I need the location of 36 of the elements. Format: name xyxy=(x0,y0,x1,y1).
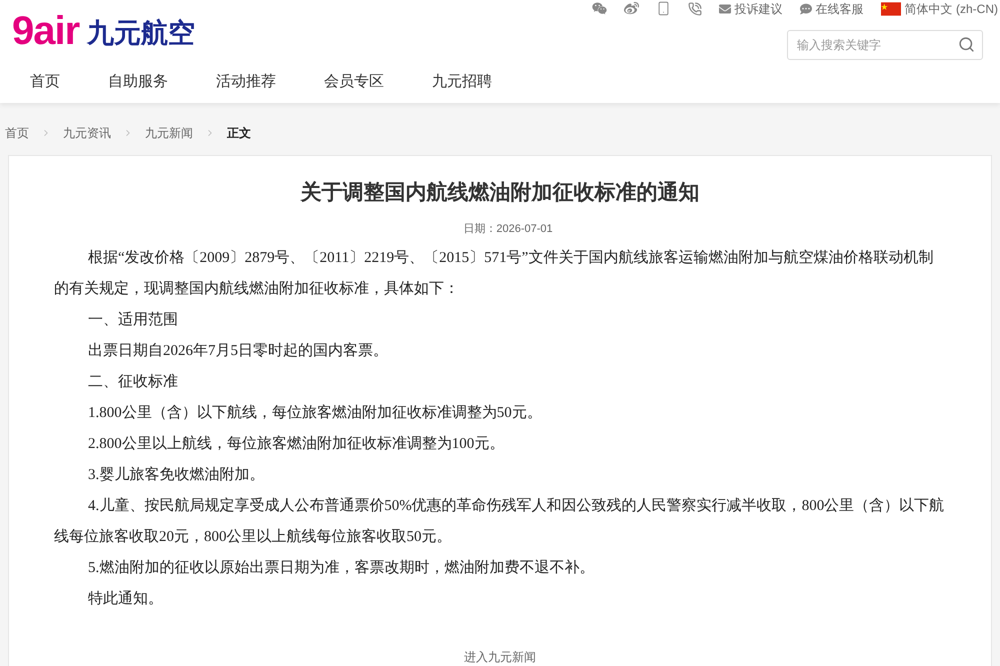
top-link[interactable]: 投诉建议 xyxy=(734,0,783,16)
mail-icon xyxy=(718,2,731,14)
article-paragraph: 5.燃油附加的征收以原始出票日期为准，客票改期时，燃油附加费不退不补。 xyxy=(87,558,596,578)
breadcrumb-link[interactable]: 九元新闻 xyxy=(145,125,193,141)
article-paragraph: 4.儿童、按民航局规定享受成人公布普通票价50%优惠的革命伤残军人和因公致残的人民警察实行减半收取，800公里（含）以下航线每位旅客收取20元，800公里以上航线每位旅客收取50元。 xyxy=(54,496,945,547)
article-title: 关于调整国内航线燃油附加征收标准的通知 xyxy=(299,180,700,206)
breadcrumb-link[interactable]: 首页 xyxy=(5,125,29,141)
breadcrumb-link[interactable]: 九元资讯 xyxy=(63,125,111,141)
article-paragraph: 二、征收标准 xyxy=(87,372,179,392)
top-link[interactable]: 简体中文 (zh-CN) xyxy=(904,0,998,16)
article-paragraph: 1.800公里（含）以下航线，每位旅客燃油附加征收标准调整为50元。 xyxy=(87,403,543,423)
flag-icon xyxy=(880,2,901,16)
nav-link[interactable]: 会员专区 xyxy=(324,72,384,92)
article-paragraph: 2.800公里以上航线，每位旅客燃油附加征收标准调整为100元。 xyxy=(87,434,506,454)
search-field[interactable]: 输入搜索关键字 xyxy=(787,30,983,60)
nav-link[interactable]: 自助服务 xyxy=(108,72,168,92)
brand-name-text[interactable]: 九元航空 xyxy=(87,17,196,49)
chat-bubble-icon xyxy=(800,2,812,14)
article-paragraph: 出票日期自2026年7月5日零时起的国内客票。 xyxy=(87,341,389,361)
nav-link[interactable]: 首页 xyxy=(30,72,60,92)
article-paragraph: 特此通知。 xyxy=(87,590,164,609)
current-page-text: 正文 xyxy=(227,125,251,141)
wechat-icon[interactable] xyxy=(592,1,607,16)
news-link[interactable]: 进入九元新闻 xyxy=(464,649,536,665)
phone-icon[interactable] xyxy=(688,2,702,16)
article-date: 日期：2026-07-01 xyxy=(462,222,554,237)
search-icon[interactable] xyxy=(958,36,975,53)
top-link[interactable]: 在线客服 xyxy=(816,0,864,16)
nav-link[interactable]: 九元招聘 xyxy=(432,72,492,92)
article-paragraph: 3.婴儿旅客免收燃油附加。 xyxy=(87,465,266,485)
weibo-icon[interactable] xyxy=(624,1,639,16)
nav-link[interactable]: 活动推荐 xyxy=(216,72,276,92)
article-paragraph: 根据“发改价格〔2009〕2879号、〔2011〕2219号、〔2015〕571号”文件关于国内航线旅客运输燃油附加与航空煤油价格联动机制的有关规定，现调整国内航线燃油附加征收标准，具体如下： xyxy=(54,248,934,299)
mobile-phone-icon[interactable] xyxy=(656,1,671,16)
brand-mark-text[interactable]: 9air xyxy=(12,12,80,50)
article-paragraph: 一、适用范围 xyxy=(87,310,179,330)
